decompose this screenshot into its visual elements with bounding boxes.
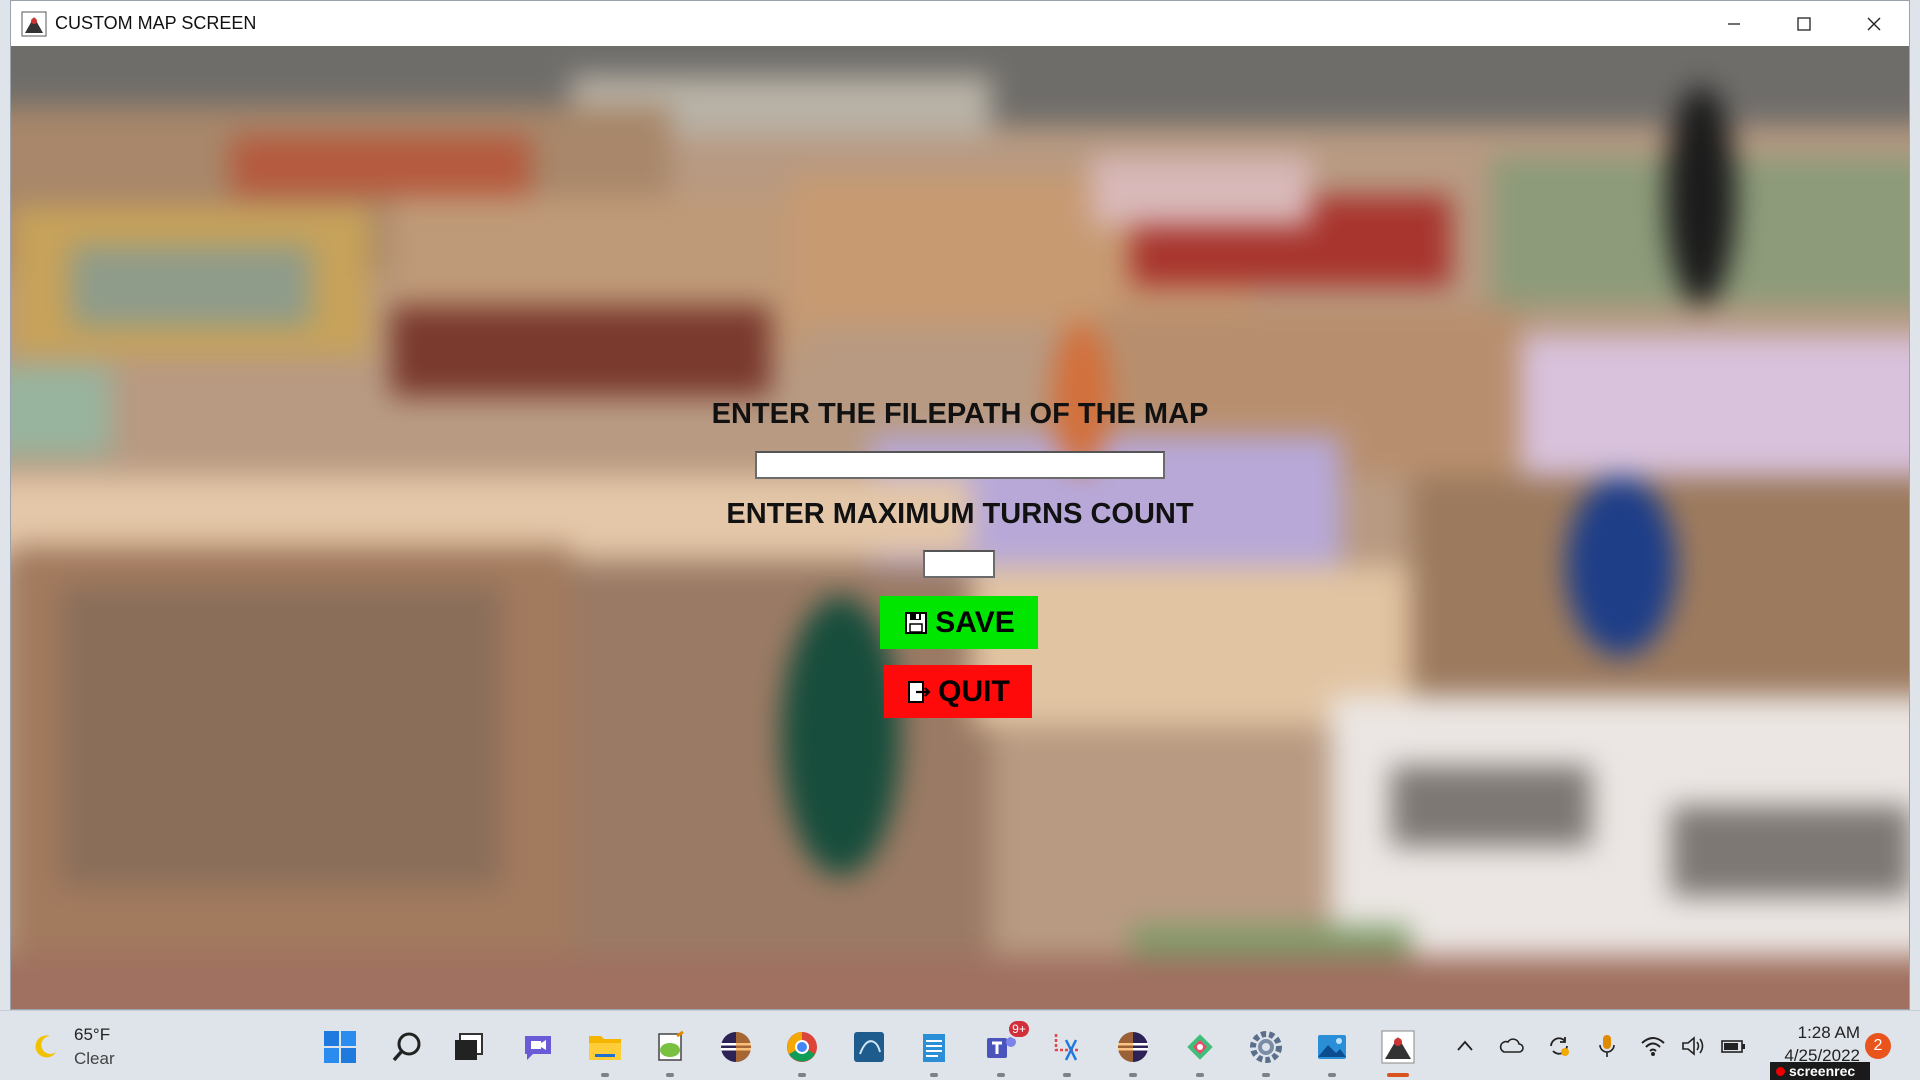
gear-icon: [1250, 1031, 1282, 1063]
running-indicator: [601, 1073, 609, 1077]
app-window: CUSTOM MAP SCREEN ENTER THE FILEPATH OF …: [10, 0, 1910, 1010]
volume-button[interactable]: [1678, 1031, 1708, 1061]
running-indicator: [997, 1073, 1005, 1077]
notepad-plus-icon: [658, 1030, 684, 1061]
chat-button[interactable]: [518, 1027, 558, 1067]
notepad-button[interactable]: [914, 1027, 954, 1077]
search-button[interactable]: [387, 1027, 427, 1067]
eclipse-ee-button[interactable]: [1113, 1027, 1153, 1077]
screenrec-watermark: screenrec: [1770, 1062, 1870, 1080]
chevron-up-icon: [1457, 1040, 1473, 1051]
java-app-taskbar-icon: [1381, 1030, 1415, 1064]
start-button[interactable]: [320, 1027, 360, 1067]
max-turns-input[interactable]: [923, 550, 995, 578]
java-app-button[interactable]: [1378, 1027, 1418, 1077]
notepad-icon: [923, 1034, 945, 1062]
sync-icon: [1550, 1037, 1569, 1056]
folder-icon: [589, 1036, 621, 1060]
minimize-button[interactable]: [1699, 1, 1769, 46]
snipping-tool-button[interactable]: [1047, 1027, 1087, 1077]
notification-badge[interactable]: 2: [1865, 1033, 1891, 1059]
minimize-icon: [1728, 22, 1740, 25]
quit-button[interactable]: QUIT: [884, 665, 1032, 718]
running-indicator: [1063, 1073, 1071, 1077]
eclipse-button[interactable]: [716, 1027, 756, 1067]
chat-icon: [525, 1036, 551, 1060]
running-indicator: [930, 1073, 938, 1077]
window-title: CUSTOM MAP SCREEN: [55, 13, 257, 33]
file-explorer-button[interactable]: [585, 1027, 625, 1077]
teams-button[interactable]: 9+: [981, 1019, 1031, 1077]
mysql-workbench-icon: [854, 1032, 884, 1062]
running-indicator: [798, 1073, 806, 1077]
client-area: ENTER THE FILEPATH OF THE MAP ENTER MAXI…: [11, 46, 1909, 1009]
java-app-icon: [21, 11, 47, 36]
git-icon: [1187, 1034, 1213, 1060]
clock-time: 1:28 AM: [1797, 1023, 1860, 1042]
desktop-background: [0, 0, 10, 1010]
running-indicator: [1129, 1073, 1137, 1077]
taskbar: 65°F Clear 9+ 1:28 AM 4/25/2022 2: [0, 1010, 1920, 1080]
task-view-button[interactable]: [449, 1027, 489, 1067]
notepad-plus-button[interactable]: [650, 1027, 690, 1077]
quit-label: QUIT: [938, 674, 1010, 708]
show-hidden-icons-button[interactable]: [1450, 1031, 1480, 1061]
weather-temperature: 65°F: [74, 1025, 111, 1044]
active-indicator: [1387, 1073, 1409, 1077]
microphone-icon: [1599, 1035, 1615, 1057]
floppy-disk-icon: [905, 611, 928, 634]
save-button[interactable]: SAVE: [880, 596, 1038, 649]
title-bar[interactable]: CUSTOM MAP SCREEN: [11, 1, 1909, 46]
weather-widget[interactable]: 65°F Clear: [30, 1023, 115, 1071]
close-icon: [1867, 17, 1881, 30]
taskbar-clock[interactable]: 1:28 AM 4/25/2022: [1770, 1021, 1860, 1067]
running-indicator: [1196, 1073, 1204, 1077]
wifi-icon: [1641, 1037, 1665, 1056]
microphone-button[interactable]: [1592, 1031, 1622, 1061]
custom-map-form: ENTER THE FILEPATH OF THE MAP ENTER MAXI…: [11, 46, 1909, 1009]
battery-button[interactable]: [1718, 1031, 1748, 1061]
settings-button[interactable]: [1246, 1027, 1286, 1077]
git-button[interactable]: [1180, 1027, 1220, 1077]
eclipse-ee-icon: [1118, 1032, 1148, 1062]
wifi-button[interactable]: [1638, 1031, 1668, 1061]
desktop-background-right: [1910, 0, 1920, 1010]
chrome-icon: [787, 1032, 817, 1062]
cloud-icon: [1499, 1038, 1524, 1053]
sync-button[interactable]: [1544, 1031, 1574, 1061]
teams-badge: 9+: [1007, 1019, 1031, 1039]
photos-icon: [1318, 1035, 1346, 1059]
task-view-icon: [455, 1033, 483, 1060]
running-indicator: [1262, 1073, 1270, 1077]
exit-door-icon: [908, 680, 931, 703]
battery-icon: [1721, 1040, 1745, 1053]
chrome-button[interactable]: [782, 1027, 822, 1077]
photos-button[interactable]: [1312, 1027, 1352, 1077]
search-icon: [392, 1032, 421, 1062]
onedrive-button[interactable]: [1496, 1031, 1526, 1061]
record-dot-icon: [1776, 1066, 1785, 1076]
filepath-input[interactable]: [755, 451, 1165, 479]
windows-start-icon: [324, 1031, 356, 1063]
running-indicator: [1328, 1073, 1336, 1077]
maximize-icon: [1797, 16, 1811, 31]
moon-icon: [35, 1035, 56, 1058]
watermark-text: screenrec: [1789, 1063, 1856, 1079]
filepath-label: ENTER THE FILEPATH OF THE MAP: [711, 398, 1209, 430]
snipping-tool-icon: [1054, 1034, 1080, 1061]
volume-icon: [1682, 1036, 1704, 1056]
weather-condition: Clear: [74, 1049, 115, 1068]
save-label: SAVE: [935, 605, 1015, 639]
maximize-button[interactable]: [1769, 1, 1839, 46]
close-button[interactable]: [1839, 1, 1909, 46]
running-indicator: [666, 1073, 674, 1077]
mysql-workbench-button[interactable]: [849, 1027, 889, 1067]
max-turns-label: ENTER MAXIMUM TURNS COUNT: [726, 498, 1194, 530]
eclipse-icon: [721, 1032, 751, 1062]
